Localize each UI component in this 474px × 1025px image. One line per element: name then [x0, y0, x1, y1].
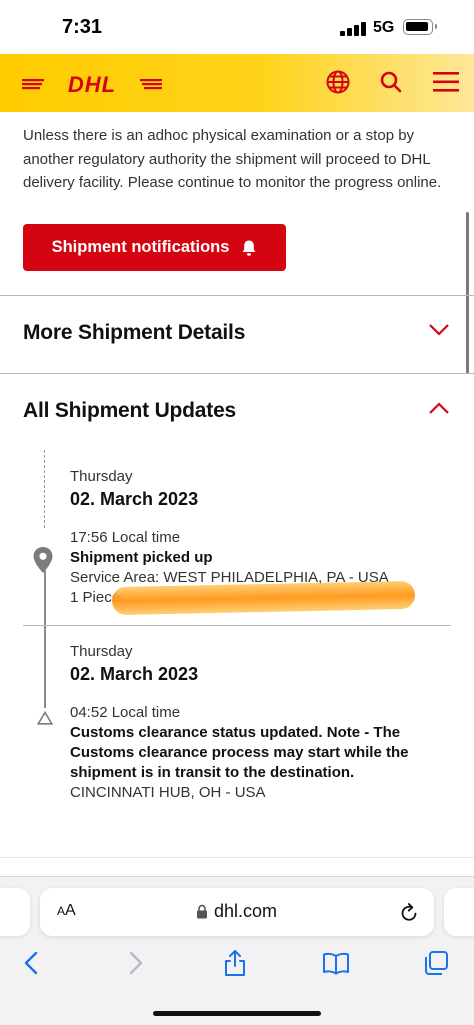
location-pin-icon	[33, 547, 53, 573]
site-header: DHL	[0, 54, 474, 112]
timeline-dashed-line	[44, 450, 45, 528]
update-location: CINCINNATI HUB, OH - USA	[70, 784, 266, 801]
browser-bottom-bar: AA dhl.com	[0, 876, 474, 1025]
shipment-notifications-button[interactable]: Shipment notifications	[23, 224, 286, 271]
home-indicator[interactable]	[153, 1011, 321, 1016]
redaction-mark	[111, 580, 416, 616]
update-date: 02. March 2023	[70, 489, 199, 509]
update-day: Thursday	[70, 468, 133, 485]
tabs-icon[interactable]	[422, 949, 450, 977]
dhl-logo[interactable]: DHL	[22, 71, 162, 97]
share-icon[interactable]	[221, 949, 249, 977]
triangle-icon	[37, 711, 53, 725]
back-icon[interactable]	[18, 949, 46, 977]
text-size-button[interactable]: AA	[57, 902, 76, 920]
status-time: 7:31	[62, 16, 103, 38]
update-status: Customs clearance status updated. Note -…	[70, 724, 409, 781]
network-type: 5G	[373, 19, 395, 36]
update-time: 04:52 Local time	[70, 704, 181, 721]
address-bar[interactable]: AA dhl.com	[40, 888, 434, 936]
all-shipment-updates-title[interactable]: All Shipment Updates	[23, 399, 236, 423]
chevron-up-icon[interactable]	[428, 401, 450, 415]
url-display[interactable]: dhl.com	[196, 901, 277, 922]
search-icon[interactable]	[377, 68, 405, 96]
content-end-divider	[0, 857, 474, 858]
dhl-logo-text: DHL	[68, 72, 116, 97]
previous-tab-peek[interactable]	[0, 888, 30, 936]
update-date: 02. March 2023	[70, 664, 199, 684]
bookmarks-icon[interactable]	[322, 949, 350, 977]
url-text: dhl.com	[214, 901, 278, 921]
lock-icon	[197, 904, 207, 919]
bell-icon	[243, 240, 256, 256]
more-shipment-details-title[interactable]: More Shipment Details	[23, 321, 245, 345]
chevron-down-icon[interactable]	[428, 323, 450, 337]
status-bar: 7:31 5G	[0, 0, 474, 54]
globe-icon[interactable]	[324, 68, 352, 96]
cellular-signal-icon	[340, 22, 366, 36]
page-scrollbar[interactable]	[466, 212, 469, 374]
intro-text: Unless there is an adhoc physical examin…	[23, 127, 442, 191]
menu-icon[interactable]	[432, 68, 460, 96]
section-divider	[0, 373, 474, 374]
shipment-notifications-label: Shipment notifications	[51, 238, 230, 256]
update-time: 17:56 Local time	[70, 529, 181, 546]
timeline-line	[44, 570, 46, 708]
next-tab-peek[interactable]	[444, 888, 474, 936]
reload-icon[interactable]	[399, 901, 419, 923]
update-day: Thursday	[70, 643, 133, 660]
update-divider	[23, 625, 451, 626]
update-status: Shipment picked up	[70, 549, 213, 566]
section-divider	[0, 295, 474, 296]
forward-icon[interactable]	[121, 949, 149, 977]
battery-icon	[403, 19, 437, 35]
